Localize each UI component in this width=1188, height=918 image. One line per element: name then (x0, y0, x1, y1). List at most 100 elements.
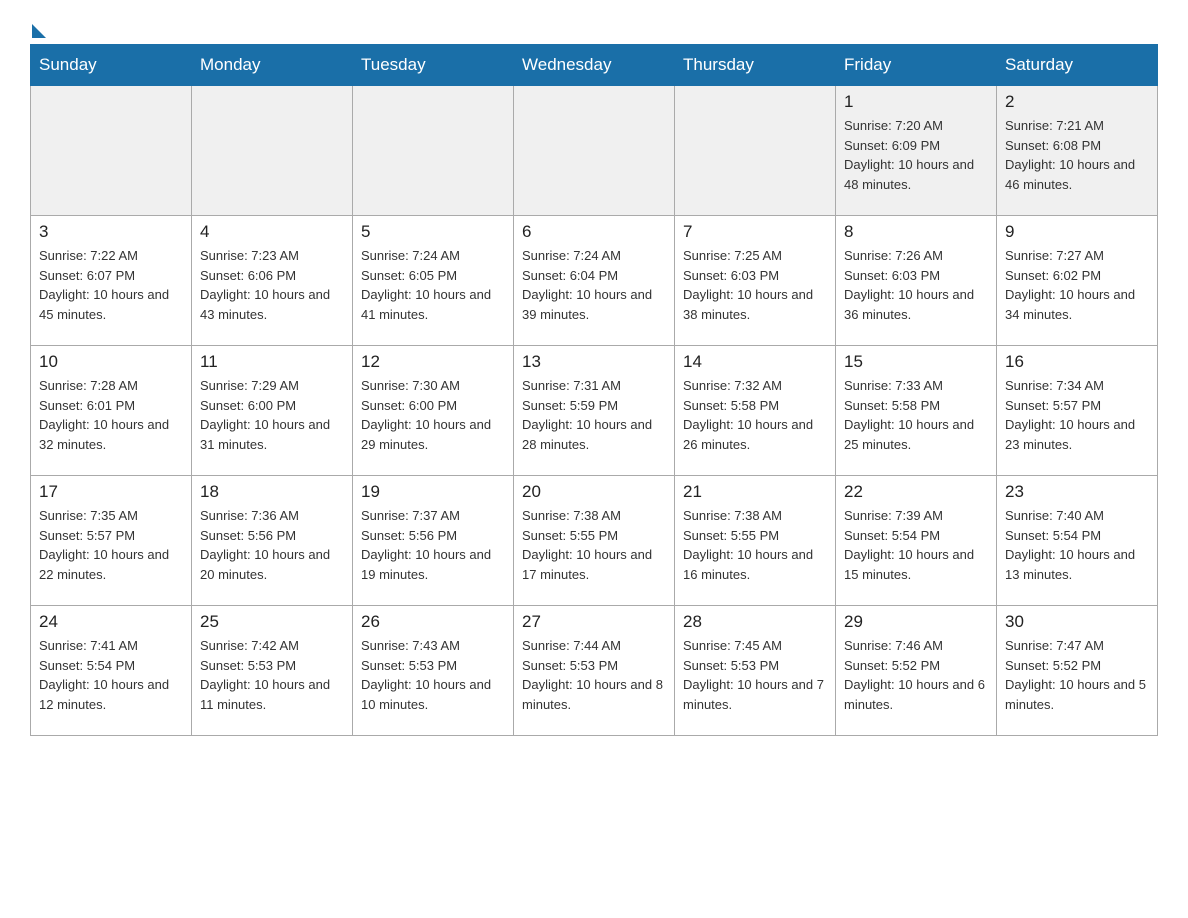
day-info: Sunrise: 7:39 AMSunset: 5:54 PMDaylight:… (844, 506, 988, 584)
day-info: Sunrise: 7:35 AMSunset: 5:57 PMDaylight:… (39, 506, 183, 584)
day-info: Sunrise: 7:25 AMSunset: 6:03 PMDaylight:… (683, 246, 827, 324)
day-number: 7 (683, 222, 827, 242)
calendar-cell: 19Sunrise: 7:37 AMSunset: 5:56 PMDayligh… (353, 476, 514, 606)
day-info: Sunrise: 7:45 AMSunset: 5:53 PMDaylight:… (683, 636, 827, 714)
day-info: Sunrise: 7:47 AMSunset: 5:52 PMDaylight:… (1005, 636, 1149, 714)
day-number: 14 (683, 352, 827, 372)
calendar-cell: 4 Sunrise: 7:23 AMSunset: 6:06 PMDaylight… (192, 216, 353, 346)
day-number: 30 (1005, 612, 1149, 632)
day-number: 17 (39, 482, 183, 502)
day-number: 25 (200, 612, 344, 632)
calendar-header-row: SundayMondayTuesdayWednesdayThursdayFrid… (31, 45, 1158, 86)
day-info: Sunrise: 7:34 AMSunset: 5:57 PMDaylight:… (1005, 376, 1149, 454)
logo (30, 20, 46, 34)
day-number: 27 (522, 612, 666, 632)
day-info: Sunrise: 7:23 AMSunset: 6:06 PMDaylight:… (200, 246, 344, 324)
day-number: 29 (844, 612, 988, 632)
calendar-cell: 10Sunrise: 7:28 AMSunset: 6:01 PMDayligh… (31, 346, 192, 476)
calendar-cell: 2Sunrise: 7:21 AMSunset: 6:08 PMDaylight… (997, 86, 1158, 216)
day-number: 12 (361, 352, 505, 372)
calendar-cell: 9 Sunrise: 7:27 AMSunset: 6:02 PMDaylight… (997, 216, 1158, 346)
weekday-header-friday: Friday (836, 45, 997, 86)
calendar-cell: 5Sunrise: 7:24 AMSunset: 6:05 PMDaylight… (353, 216, 514, 346)
calendar-cell: 30 Sunrise: 7:47 AMSunset: 5:52 PMDayligh… (997, 606, 1158, 736)
calendar-cell: 16 Sunrise: 7:34 AMSunset: 5:57 PMDayligh… (997, 346, 1158, 476)
day-number: 21 (683, 482, 827, 502)
calendar-cell: 29 Sunrise: 7:46 AMSunset: 5:52 PMDayligh… (836, 606, 997, 736)
calendar-cell (31, 86, 192, 216)
day-info: Sunrise: 7:37 AMSunset: 5:56 PMDaylight:… (361, 506, 505, 584)
calendar-cell: 7 Sunrise: 7:25 AMSunset: 6:03 PMDaylight… (675, 216, 836, 346)
calendar-cell (192, 86, 353, 216)
day-number: 11 (200, 352, 344, 372)
calendar-table: SundayMondayTuesdayWednesdayThursdayFrid… (30, 44, 1158, 736)
day-info: Sunrise: 7:44 AMSunset: 5:53 PMDaylight:… (522, 636, 666, 714)
calendar-cell: 1Sunrise: 7:20 AMSunset: 6:09 PMDaylight… (836, 86, 997, 216)
day-number: 8 (844, 222, 988, 242)
day-info: Sunrise: 7:27 AMSunset: 6:02 PMDaylight:… (1005, 246, 1149, 324)
logo-arrow-icon (32, 24, 46, 38)
day-number: 18 (200, 482, 344, 502)
day-number: 26 (361, 612, 505, 632)
calendar-cell: 8 Sunrise: 7:26 AMSunset: 6:03 PMDaylight… (836, 216, 997, 346)
calendar-cell (353, 86, 514, 216)
calendar-cell: 28 Sunrise: 7:45 AMSunset: 5:53 PMDayligh… (675, 606, 836, 736)
calendar-cell: 20 Sunrise: 7:38 AMSunset: 5:55 PMDayligh… (514, 476, 675, 606)
calendar-cell: 27 Sunrise: 7:44 AMSunset: 5:53 PMDayligh… (514, 606, 675, 736)
calendar-cell: 18 Sunrise: 7:36 AMSunset: 5:56 PMDayligh… (192, 476, 353, 606)
day-info: Sunrise: 7:29 AMSunset: 6:00 PMDaylight:… (200, 376, 344, 454)
weekday-header-tuesday: Tuesday (353, 45, 514, 86)
day-number: 1 (844, 92, 988, 112)
day-info: Sunrise: 7:40 AMSunset: 5:54 PMDaylight:… (1005, 506, 1149, 584)
day-info: Sunrise: 7:46 AMSunset: 5:52 PMDaylight:… (844, 636, 988, 714)
day-info: Sunrise: 7:26 AMSunset: 6:03 PMDaylight:… (844, 246, 988, 324)
day-info: Sunrise: 7:42 AMSunset: 5:53 PMDaylight:… (200, 636, 344, 714)
calendar-week-3: 17 Sunrise: 7:35 AMSunset: 5:57 PMDayligh… (31, 476, 1158, 606)
weekday-header-monday: Monday (192, 45, 353, 86)
day-number: 5 (361, 222, 505, 242)
calendar-week-1: 3Sunrise: 7:22 AMSunset: 6:07 PMDaylight… (31, 216, 1158, 346)
weekday-header-sunday: Sunday (31, 45, 192, 86)
day-number: 23 (1005, 482, 1149, 502)
day-info: Sunrise: 7:43 AMSunset: 5:53 PMDaylight:… (361, 636, 505, 714)
day-info: Sunrise: 7:36 AMSunset: 5:56 PMDaylight:… (200, 506, 344, 584)
calendar-cell: 15Sunrise: 7:33 AMSunset: 5:58 PMDayligh… (836, 346, 997, 476)
calendar-week-0: 1Sunrise: 7:20 AMSunset: 6:09 PMDaylight… (31, 86, 1158, 216)
calendar-cell: 3Sunrise: 7:22 AMSunset: 6:07 PMDaylight… (31, 216, 192, 346)
day-number: 22 (844, 482, 988, 502)
day-info: Sunrise: 7:21 AMSunset: 6:08 PMDaylight:… (1005, 116, 1149, 194)
day-info: Sunrise: 7:41 AMSunset: 5:54 PMDaylight:… (39, 636, 183, 714)
weekday-header-saturday: Saturday (997, 45, 1158, 86)
day-info: Sunrise: 7:38 AMSunset: 5:55 PMDaylight:… (522, 506, 666, 584)
calendar-cell: 14 Sunrise: 7:32 AMSunset: 5:58 PMDayligh… (675, 346, 836, 476)
calendar-cell: 13Sunrise: 7:31 AMSunset: 5:59 PMDayligh… (514, 346, 675, 476)
day-number: 4 (200, 222, 344, 242)
calendar-cell: 6 Sunrise: 7:24 AMSunset: 6:04 PMDaylight… (514, 216, 675, 346)
calendar-cell: 21 Sunrise: 7:38 AMSunset: 5:55 PMDayligh… (675, 476, 836, 606)
calendar-cell (514, 86, 675, 216)
calendar-cell: 25 Sunrise: 7:42 AMSunset: 5:53 PMDayligh… (192, 606, 353, 736)
calendar-cell: 11 Sunrise: 7:29 AMSunset: 6:00 PMDayligh… (192, 346, 353, 476)
calendar-cell: 22 Sunrise: 7:39 AMSunset: 5:54 PMDayligh… (836, 476, 997, 606)
calendar-cell: 12 Sunrise: 7:30 AMSunset: 6:00 PMDayligh… (353, 346, 514, 476)
day-info: Sunrise: 7:24 AMSunset: 6:04 PMDaylight:… (522, 246, 666, 324)
weekday-header-thursday: Thursday (675, 45, 836, 86)
day-number: 6 (522, 222, 666, 242)
calendar-cell: 26 Sunrise: 7:43 AMSunset: 5:53 PMDayligh… (353, 606, 514, 736)
day-number: 15 (844, 352, 988, 372)
day-info: Sunrise: 7:30 AMSunset: 6:00 PMDaylight:… (361, 376, 505, 454)
day-number: 13 (522, 352, 666, 372)
day-number: 28 (683, 612, 827, 632)
weekday-header-wednesday: Wednesday (514, 45, 675, 86)
day-info: Sunrise: 7:38 AMSunset: 5:55 PMDaylight:… (683, 506, 827, 584)
day-number: 20 (522, 482, 666, 502)
day-number: 16 (1005, 352, 1149, 372)
calendar-cell (675, 86, 836, 216)
calendar-cell: 23 Sunrise: 7:40 AMSunset: 5:54 PMDayligh… (997, 476, 1158, 606)
page-header (30, 20, 1158, 34)
day-info: Sunrise: 7:22 AMSunset: 6:07 PMDaylight:… (39, 246, 183, 324)
calendar-week-4: 24Sunrise: 7:41 AMSunset: 5:54 PMDayligh… (31, 606, 1158, 736)
day-number: 9 (1005, 222, 1149, 242)
calendar-week-2: 10Sunrise: 7:28 AMSunset: 6:01 PMDayligh… (31, 346, 1158, 476)
day-info: Sunrise: 7:32 AMSunset: 5:58 PMDaylight:… (683, 376, 827, 454)
